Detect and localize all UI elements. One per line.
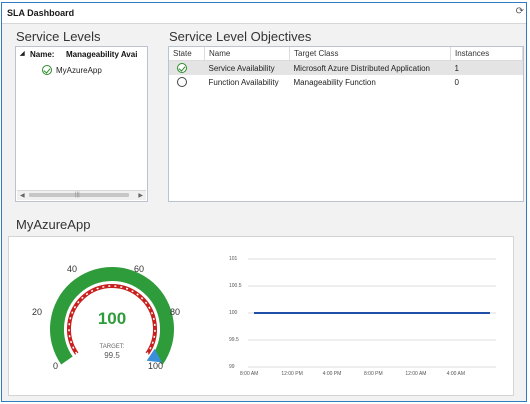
objectives-pane: State Name Target Class Instances Servic… [168,46,524,202]
scroll-grip-icon: ||| [75,192,80,198]
service-level-name: MyAzureApp [56,66,102,75]
gauge-tick-label: 60 [134,264,145,274]
horizontal-scrollbar[interactable]: ◀ ||| ▶ [17,190,146,200]
objective-instances: 0 [454,77,459,87]
objectives-table: State Name Target Class Instances Servic… [169,47,523,89]
gauge-target-value: 99.5 [104,351,120,360]
x-tick-label: 12:00 PM [281,371,303,377]
title-bar: SLA Dashboard ⟳ [2,3,526,24]
objective-target-class: Manageability Function [293,77,376,87]
app-detail-pane: 0 20 40 60 80 100 100 TARGET: 99.5 101 10… [8,236,514,396]
gauge-tick-label: 100 [148,361,164,371]
gauge-target-label: TARGET: [99,344,125,350]
x-tick-label: 8:00 AM [240,371,259,377]
objective-instances: 1 [450,60,523,75]
y-tick-label: 101 [229,256,238,262]
healthy-check-icon [42,65,52,75]
y-tick-label: 100 [229,310,238,316]
tree-header-name-label: Name: [30,50,55,59]
collapse-icon[interactable]: ◢ [20,50,25,57]
objective-name: Function Availability [208,77,279,87]
objective-name: Service Availability [204,60,290,75]
service-levels-title: Service Levels [16,29,101,44]
tree-header-name-value: Manageability Avai [66,50,138,59]
service-level-row[interactable]: MyAzureApp [16,63,147,77]
sla-dashboard-window: SLA Dashboard ⟳ Service Levels ◢ Name: M… [1,2,527,402]
column-header-state[interactable]: State [169,47,205,61]
availability-line-chart: 101 100.5 100 99.5 99 8:00 AM 12:00 PM 4:00 PM 8… [216,247,506,387]
x-tick-label: 12:00 AM [405,371,427,377]
y-tick-label: 100.5 [229,283,242,289]
column-header-target-class[interactable]: Target Class [289,47,451,61]
app-section-title: MyAzureApp [16,217,91,232]
gauge-tick-label: 40 [67,264,78,274]
tree-header: ◢ Name: Manageability Avai [16,47,147,61]
gauge-value: 100 [97,309,127,328]
state-cell [169,75,205,89]
column-header-name[interactable]: Name [204,47,290,61]
refresh-icon[interactable]: ⟳ [516,6,524,17]
service-levels-pane: ◢ Name: Manageability Avai MyAzureApp ◀ … [15,46,148,202]
availability-gauge: 0 20 40 60 80 100 100 TARGET: 99.5 [27,251,197,385]
state-cell [169,60,205,75]
healthy-check-icon [177,63,187,73]
x-tick-label: 8:00 PM [364,371,383,377]
y-tick-label: 99 [229,364,235,370]
objective-target-class: Microsoft Azure Distributed Application [289,60,451,75]
table-row[interactable]: Service Availability Microsoft Azure Dis… [169,60,523,75]
chart-graphic [248,258,496,368]
scroll-right-icon[interactable]: ▶ [138,192,143,199]
x-tick-label: 4:00 AM [446,371,466,377]
scroll-left-icon[interactable]: ◀ [20,192,25,199]
table-row[interactable]: Function Availability Manageability Func… [169,75,523,89]
column-header-instances[interactable]: Instances [450,47,523,61]
x-tick-label: 4:00 PM [322,371,342,377]
gauge-tick-label: 0 [53,361,59,371]
objectives-title: Service Level Objectives [169,29,312,44]
window-title: SLA Dashboard [7,8,75,18]
unknown-state-icon [177,77,187,87]
objectives-header-row: State Name Target Class Instances [169,47,523,61]
y-tick-label: 99.5 [229,337,239,343]
